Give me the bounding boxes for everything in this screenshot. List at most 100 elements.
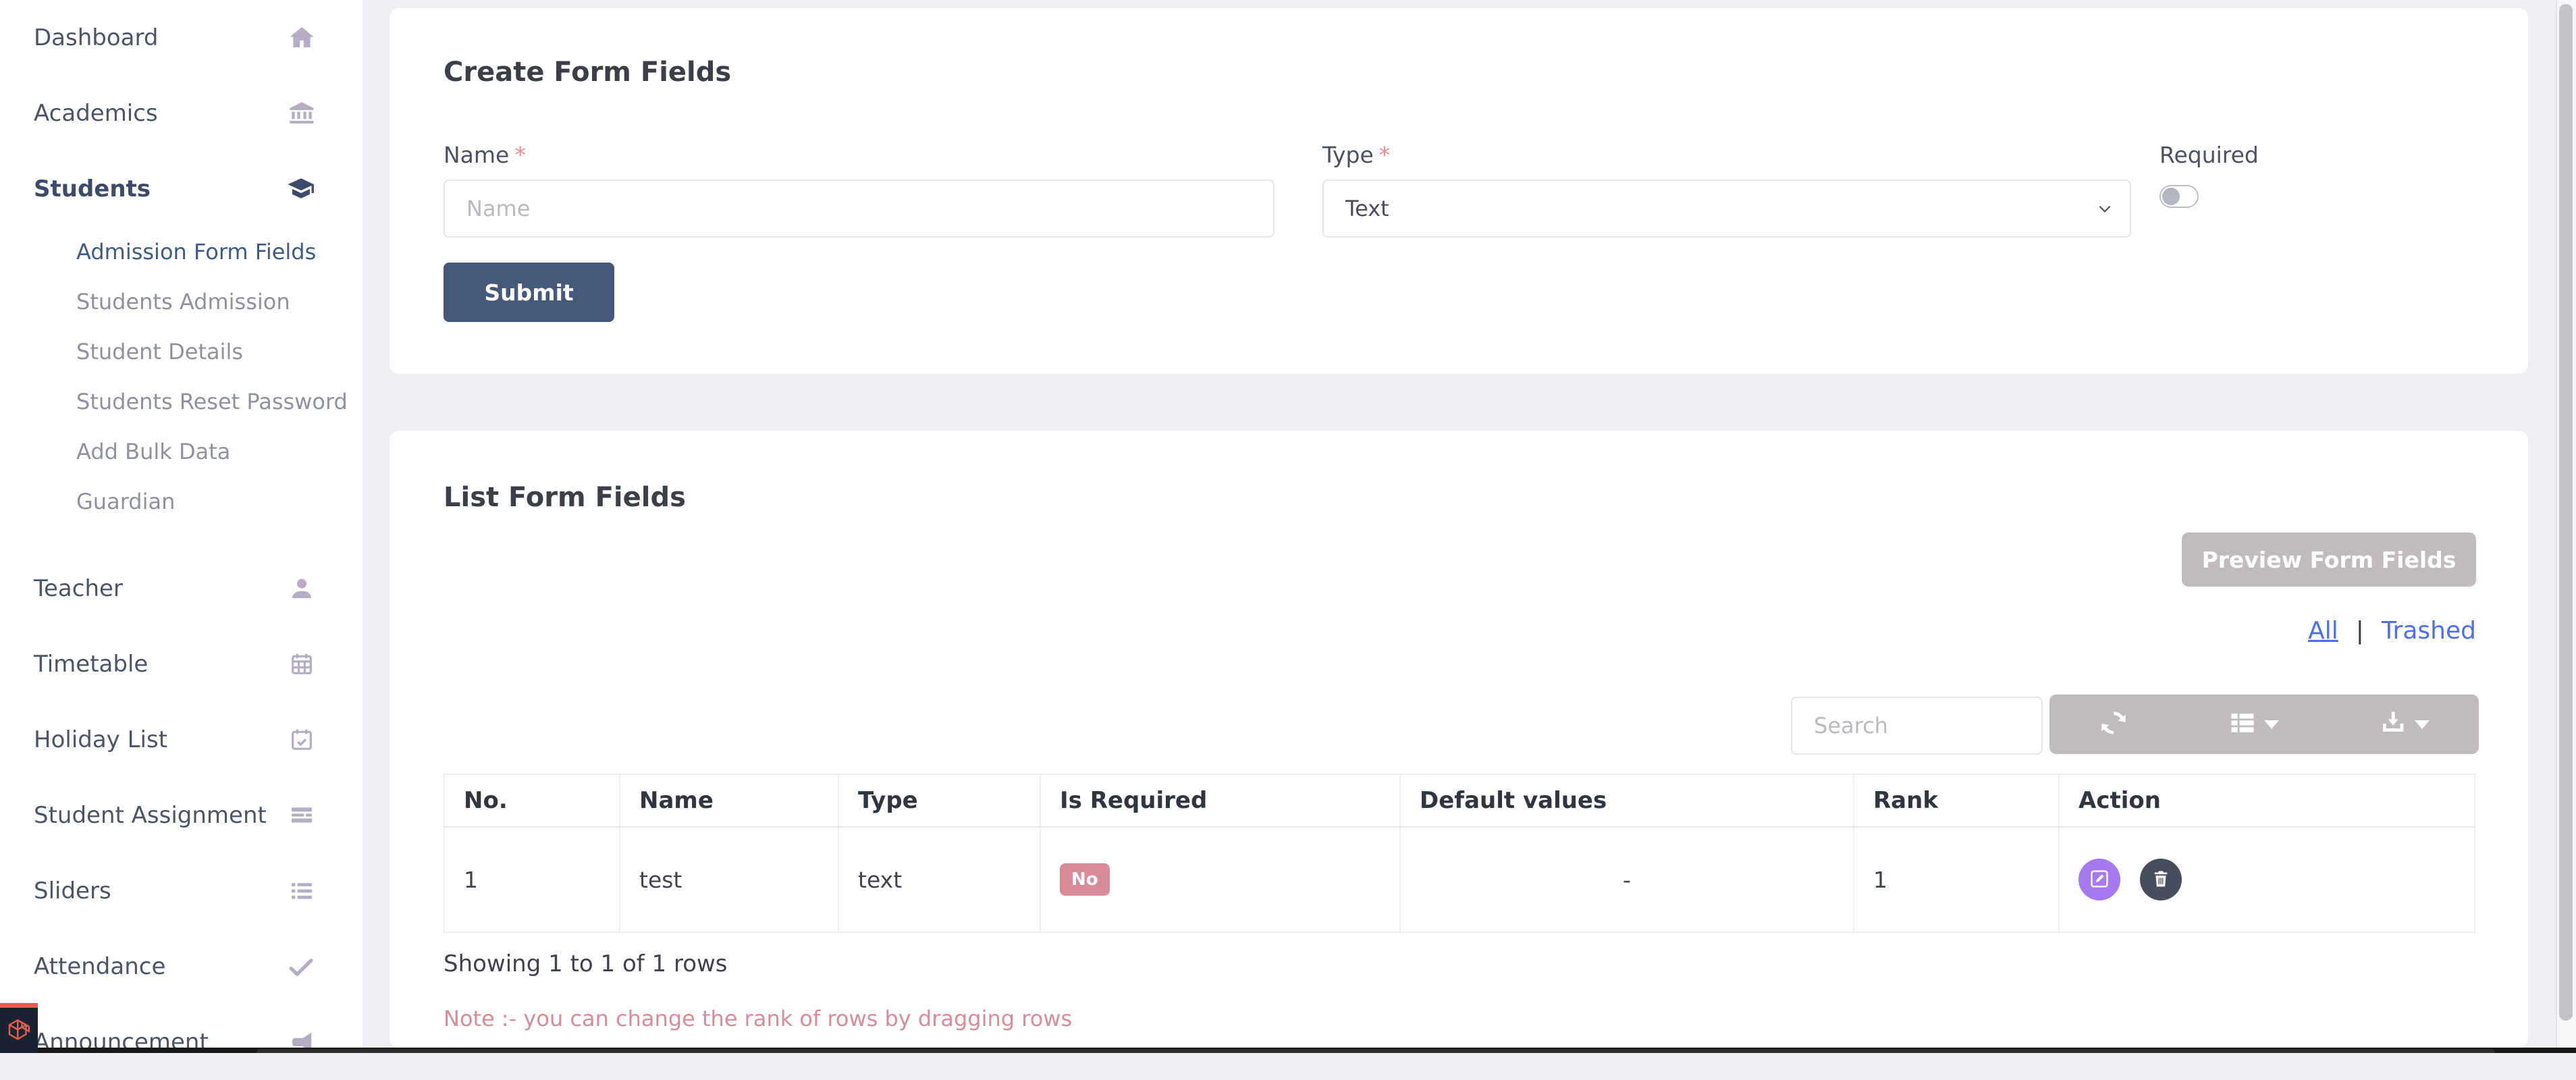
sidebar-item-label: Academics <box>34 100 158 127</box>
cell-action <box>2059 827 2475 932</box>
filter-separator: | <box>2356 617 2364 645</box>
col-header-type: Type <box>838 774 1040 827</box>
sidebar-subitem-add-bulk-data[interactable]: Add Bulk Data <box>0 427 363 477</box>
cell-rank: 1 <box>1854 827 2059 932</box>
cell-is-required: No <box>1040 827 1400 932</box>
sidebar-item-announcement[interactable]: Announcement <box>0 1004 363 1080</box>
col-header-action: Action <box>2059 774 2475 827</box>
filter-trashed-link[interactable]: Trashed <box>2382 617 2476 645</box>
sidebar-item-dashboard[interactable]: Dashboard <box>0 0 363 76</box>
laravel-logo-icon <box>5 1015 33 1044</box>
sidebar-item-timetable[interactable]: Timetable <box>0 626 363 702</box>
bank-icon <box>288 100 315 127</box>
sidebar-item-teacher[interactable]: Teacher <box>0 551 363 626</box>
caret-down-icon <box>2264 720 2279 729</box>
home-icon <box>288 24 315 51</box>
sidebar-item-sliders[interactable]: Sliders <box>0 853 363 929</box>
form-fields-table: No. Name Type Is Required Default values… <box>444 774 2475 933</box>
sidebar-subitem-students-admission[interactable]: Students Admission <box>0 277 363 327</box>
sidebar: Dashboard Academics Students Admission F… <box>0 0 363 1053</box>
col-header-default-values: Default values <box>1400 774 1854 827</box>
debugbar-inner <box>257 1049 2495 1053</box>
laravel-debugbar-button[interactable] <box>0 1003 38 1053</box>
col-header-no: No. <box>444 774 620 827</box>
columns-button[interactable] <box>2228 708 2279 740</box>
type-select-wrap: Text <box>1322 180 2131 238</box>
col-header-name: Name <box>620 774 838 827</box>
create-form-fields-card: Create Form Fields Name* Type* Text Requ… <box>390 8 2528 374</box>
type-label: Type* <box>1322 142 1390 168</box>
filter-links: All | Trashed <box>2308 617 2476 645</box>
sidebar-subitem-label: Student Details <box>76 339 243 364</box>
sidebar-item-label: Teacher <box>34 575 123 602</box>
create-form-fields-title: Create Form Fields <box>444 57 731 88</box>
sidebar-item-label: Attendance <box>34 953 165 980</box>
cell-type: text <box>838 827 1040 932</box>
sidebar-subitem-admission-form-fields[interactable]: Admission Form Fields <box>0 227 363 277</box>
check-icon <box>287 952 315 981</box>
toggle-knob <box>2162 188 2180 205</box>
type-select[interactable]: Text <box>1322 180 2131 238</box>
debugbar-strip <box>0 1048 2576 1053</box>
sidebar-item-label: Students <box>34 176 151 202</box>
sidebar-item-student-assignment[interactable]: Student Assignment <box>0 778 363 853</box>
assignment-bars-icon <box>288 802 315 829</box>
status-badge: No <box>1060 863 1110 896</box>
graduation-cap-icon <box>287 175 315 203</box>
sidebar-subitem-label: Students Admission <box>76 289 290 315</box>
sidebar-item-label: Student Assignment <box>34 802 267 829</box>
list-form-fields-title: List Form Fields <box>444 482 686 513</box>
delete-button[interactable] <box>2140 859 2182 900</box>
required-label: Required <box>2159 142 2259 168</box>
sidebar-item-label: Dashboard <box>34 24 158 51</box>
sidebar-subitem-student-details[interactable]: Student Details <box>0 327 363 377</box>
debugbar-accent <box>0 1003 38 1008</box>
sidebar-subitem-label: Admission Form Fields <box>76 239 316 265</box>
calendar-icon <box>288 651 315 678</box>
showing-rows-text: Showing 1 to 1 of 1 rows <box>444 950 728 977</box>
sidebar-subitem-label: Students Reset Password <box>76 389 348 414</box>
table-toolbar <box>2049 695 2479 754</box>
required-asterisk: * <box>509 142 526 168</box>
sidebar-subitem-students-reset-password[interactable]: Students Reset Password <box>0 377 363 427</box>
sidebar-item-academics[interactable]: Academics <box>0 76 363 151</box>
sidebar-item-label: Sliders <box>34 878 111 905</box>
sidebar-subitem-label: Add Bulk Data <box>76 439 230 464</box>
refresh-button[interactable] <box>2099 708 2128 740</box>
table-row[interactable]: 1 test text No - 1 <box>444 827 2475 932</box>
name-label: Name* <box>444 142 526 168</box>
calendar-check-icon <box>288 726 315 753</box>
required-toggle[interactable] <box>2159 185 2199 208</box>
columns-icon <box>2228 708 2257 740</box>
sidebar-subitem-guardian[interactable]: Guardian <box>0 477 363 526</box>
drag-rank-note: Note :- you can change the rank of rows … <box>444 1006 1072 1031</box>
filter-all-link[interactable]: All <box>2308 617 2338 645</box>
list-icon <box>288 878 315 905</box>
edit-button[interactable] <box>2078 859 2120 900</box>
caret-down-icon <box>2415 720 2430 729</box>
list-form-fields-card: List Form Fields Preview Form Fields All… <box>390 431 2528 1048</box>
download-icon <box>2378 708 2408 740</box>
search-input[interactable] <box>1791 697 2043 755</box>
sidebar-item-attendance[interactable]: Attendance <box>0 929 363 1004</box>
required-asterisk: * <box>1374 142 1391 168</box>
trash-icon <box>2151 869 2171 891</box>
sidebar-item-holiday-list[interactable]: Holiday List <box>0 702 363 778</box>
submit-button[interactable]: Submit <box>444 263 614 322</box>
cell-default-values: - <box>1400 827 1854 932</box>
cell-no: 1 <box>444 827 620 932</box>
table-header-row: No. Name Type Is Required Default values… <box>444 774 2475 827</box>
vertical-scrollbar-thumb[interactable] <box>2559 4 2573 1021</box>
preview-form-fields-button[interactable]: Preview Form Fields <box>2182 533 2476 587</box>
sidebar-subitem-label: Guardian <box>76 489 175 514</box>
export-button[interactable] <box>2378 708 2430 740</box>
vertical-scrollbar-track[interactable] <box>2556 0 2576 1053</box>
cell-name: test <box>620 827 838 932</box>
col-header-is-required: Is Required <box>1040 774 1400 827</box>
user-icon <box>288 575 315 602</box>
sidebar-item-students[interactable]: Students <box>0 151 363 227</box>
name-input[interactable] <box>444 180 1274 238</box>
col-header-rank: Rank <box>1854 774 2059 827</box>
sidebar-item-label: Holiday List <box>34 726 167 753</box>
edit-pencil-icon <box>2089 868 2110 892</box>
